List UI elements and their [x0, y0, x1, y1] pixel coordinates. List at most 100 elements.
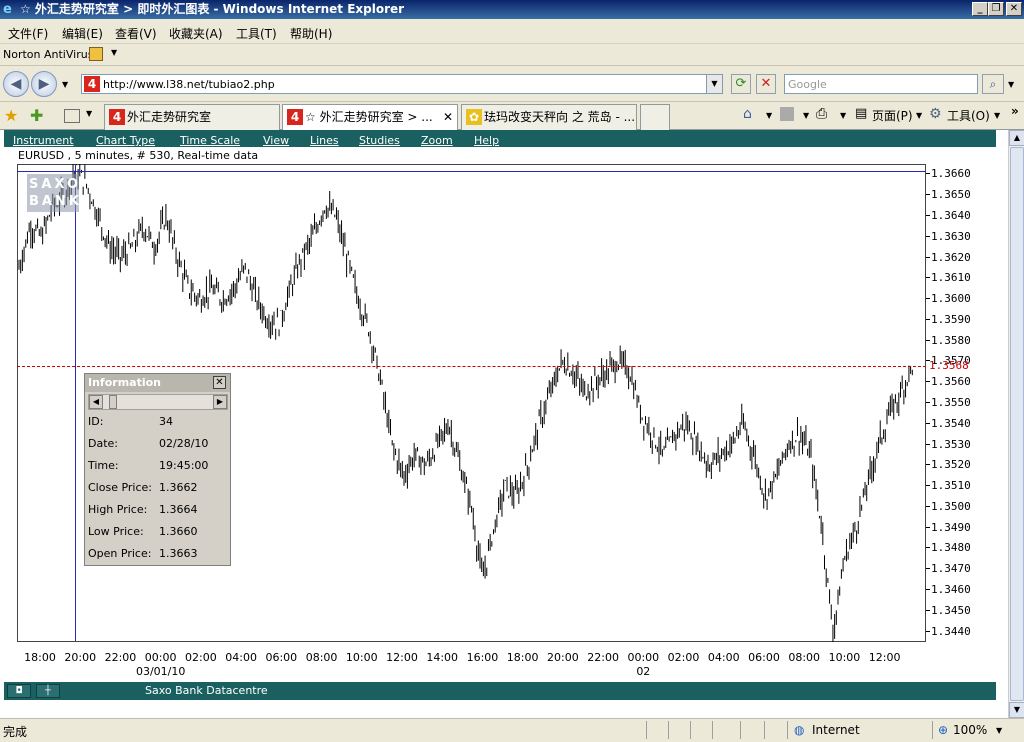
record-scrollbar[interactable]: ◀ ▶ [88, 394, 228, 410]
chevron-more-icon[interactable]: » [1011, 104, 1019, 118]
y-tick-label: 1.3650 [926, 188, 971, 202]
norton-shield-icon[interactable] [89, 47, 103, 61]
close-tab-icon[interactable]: ✕ [443, 105, 453, 129]
back-button[interactable]: ◀ [3, 71, 29, 97]
menu-view[interactable]: 查看(V) [115, 25, 157, 42]
scroll-right-icon[interactable]: ▶ [213, 395, 227, 409]
info-label: Date: [88, 437, 118, 450]
info-label: Open Price: [88, 547, 152, 560]
y-tick-label: 1.3510 [926, 479, 971, 493]
crosshair-icon[interactable]: ┼ [36, 684, 60, 698]
chart-status-strip: ◘ ┼ Saxo Bank Datacentre [4, 682, 996, 700]
feeds-dropdown-icon[interactable]: ▼ [803, 111, 809, 120]
tab-label: ☆ 外汇走势研究室 > ... [305, 110, 433, 124]
address-dropdown-icon[interactable]: ▼ [706, 75, 722, 93]
address-toolbar: ◀ ▶ ▼ 4 http://www.l38.net/tubiao2.php ▼… [0, 66, 1024, 102]
menu-edit[interactable]: 编辑(E) [62, 25, 103, 42]
x-tick-label: 02:00 [667, 651, 700, 664]
new-tab[interactable] [640, 104, 670, 130]
zoom-level[interactable]: 100% [953, 723, 987, 737]
record-icon[interactable]: ◘ [7, 684, 31, 698]
home-icon[interactable]: ⌂ [743, 106, 752, 122]
feeds-icon[interactable] [780, 107, 794, 121]
tools-menu[interactable]: 工具(O) [947, 107, 990, 124]
x-tick-label: 00:00 [144, 651, 177, 664]
forward-button[interactable]: ▶ [31, 71, 57, 97]
status-text: 完成 [3, 725, 28, 739]
information-title[interactable]: Information [85, 374, 230, 392]
zoom-dropdown-icon[interactable]: ▼ [996, 726, 1002, 735]
y-tick-label: 1.3530 [926, 437, 971, 451]
menu-time-scale[interactable]: Time Scale [180, 134, 240, 147]
y-tick-label: 1.3440 [926, 624, 971, 638]
tabs-bar: ★ ✚ ▼ 4 外汇走势研究室 4 ☆ 外汇走势研究室 > ... ✕ ✿ 珐玛… [0, 102, 1024, 131]
stop-icon[interactable]: ✕ [756, 74, 776, 94]
scroll-left-icon[interactable]: ◀ [89, 395, 103, 409]
info-label: Time: [88, 459, 119, 472]
scroll-down-icon[interactable]: ▼ [1009, 702, 1024, 718]
print-icon[interactable]: ⎙ [816, 106, 827, 122]
tab-label: 外汇走势研究室 [127, 110, 212, 124]
y-tick-label: 1.3580 [926, 333, 971, 347]
tab-label: 珐玛改变天秤向 之 荒岛 - ... [484, 110, 636, 124]
x-tick-label: 20:00 [547, 651, 579, 664]
scroll-thumb[interactable] [109, 395, 117, 409]
crosshair-vertical[interactable] [75, 165, 76, 641]
menu-zoom[interactable]: Zoom [421, 134, 453, 147]
page-menu[interactable]: 页面(P) [872, 107, 913, 124]
scroll-up-icon[interactable]: ▲ [1009, 130, 1024, 146]
maximize-button[interactable]: ❐ [988, 2, 1004, 16]
home-dropdown-icon[interactable]: ▼ [766, 111, 772, 120]
x-tick-label: 04:00 [707, 651, 740, 664]
address-field[interactable]: 4 http://www.l38.net/tubiao2.php ▼ [81, 74, 723, 94]
tab-list-dropdown-icon[interactable]: ▼ [86, 109, 92, 118]
y-tick-label: 1.3630 [926, 229, 971, 243]
y-tick-label: 1.3610 [926, 271, 971, 285]
menu-help[interactable]: 帮助(H) [290, 25, 332, 42]
url-text: http://www.l38.net/tubiao2.php [103, 78, 275, 91]
add-favorite-icon[interactable]: ✚ [30, 106, 43, 125]
information-panel[interactable]: Information ✕ ◀ ▶ ID: 34 Date: 02/28/10 Time… [84, 373, 231, 566]
y-tick-label: 1.3620 [926, 250, 971, 264]
menu-studies[interactable]: Studies [359, 134, 400, 147]
menu-view[interactable]: View [263, 134, 289, 147]
history-dropdown-icon[interactable]: ▼ [62, 80, 68, 89]
info-value: 34 [159, 415, 173, 428]
menu-instrument[interactable]: Instrument [13, 134, 74, 147]
menu-tools[interactable]: 工具(T) [236, 25, 277, 42]
y-tick-label: 1.3540 [926, 416, 971, 430]
scroll-thumb[interactable] [1010, 147, 1024, 701]
x-tick-label: 22:00 [104, 651, 137, 664]
menu-help[interactable]: Help [474, 134, 499, 147]
norton-dropdown-icon[interactable]: ▼ [111, 48, 117, 57]
refresh-icon[interactable]: ⟳ [731, 74, 751, 94]
tab-1[interactable]: 4 外汇走势研究室 [104, 104, 280, 130]
search-options-icon[interactable]: ▼ [1008, 80, 1014, 89]
info-value: 1.3664 [159, 503, 198, 516]
close-panel-icon[interactable]: ✕ [213, 376, 226, 389]
menu-lines[interactable]: Lines [310, 134, 339, 147]
tab-3[interactable]: ✿ 珐玛改变天秤向 之 荒岛 - ... [461, 104, 637, 130]
x-tick-label: 12:00 [868, 651, 901, 664]
tools-dropdown-icon[interactable]: ▼ [994, 111, 1000, 120]
menu-favorites[interactable]: 收藏夹(A) [169, 25, 223, 42]
quick-tabs-icon[interactable] [64, 109, 80, 123]
page-scrollbar[interactable]: ▲ ▼ [1008, 130, 1024, 718]
search-input[interactable]: Google [784, 74, 978, 94]
menu-file[interactable]: 文件(F) [8, 25, 48, 42]
window-title: ☆ 外汇走势研究室 > 即时外汇图表 - Windows Internet Ex… [20, 2, 405, 16]
x-tick-label: 02:00 [185, 651, 217, 664]
close-window-button[interactable]: ✕ [1006, 2, 1022, 16]
menu-chart-type[interactable]: Chart Type [96, 134, 155, 147]
x-tick-label: 06:00 [265, 651, 298, 664]
print-dropdown-icon[interactable]: ▼ [840, 111, 846, 120]
y-tick-label: 1.3560 [926, 375, 971, 389]
search-icon[interactable]: ⌕ [982, 74, 1004, 94]
tab-2-active[interactable]: 4 ☆ 外汇走势研究室 > ... ✕ [282, 104, 458, 131]
y-tick-label: 1.3450 [926, 603, 971, 617]
current-price-label: 1.3568 [929, 358, 969, 372]
favorites-star-icon[interactable]: ★ [4, 106, 18, 125]
page-dropdown-icon[interactable]: ▼ [916, 111, 922, 120]
y-tick-label: 1.3600 [926, 292, 971, 306]
minimize-button[interactable]: _ [972, 2, 988, 16]
